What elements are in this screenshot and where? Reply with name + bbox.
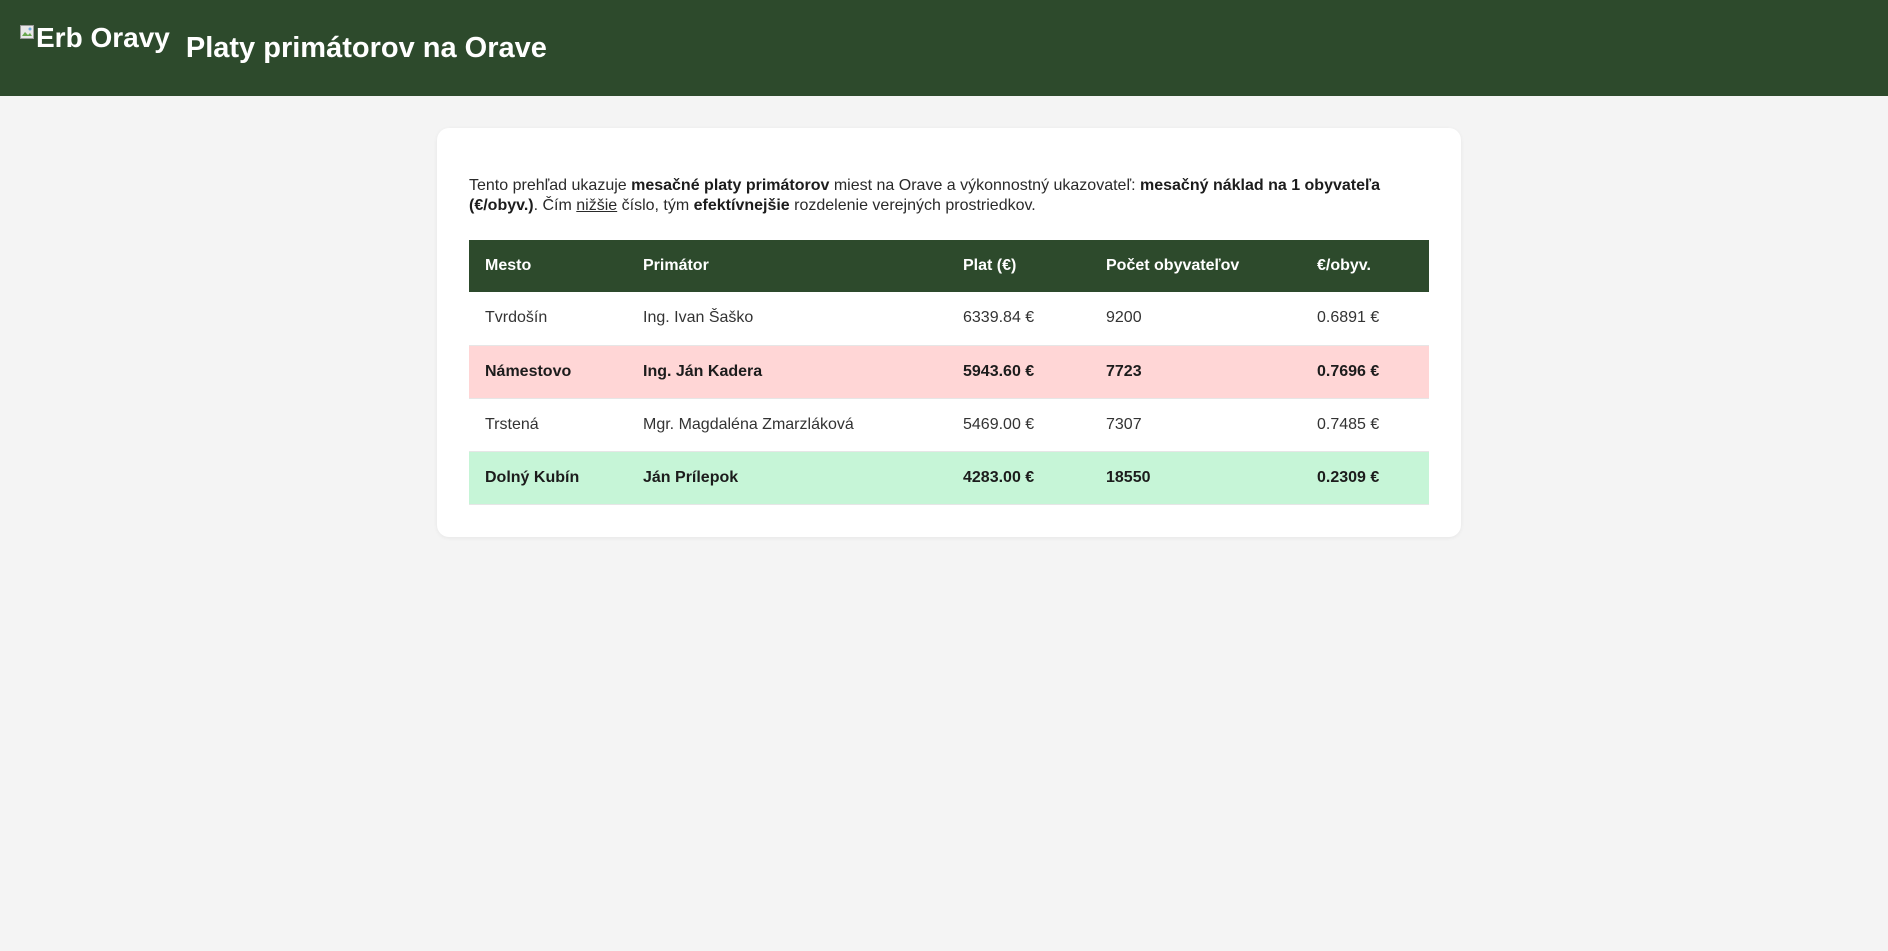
salary-table: Mesto Primátor Plat (€) Počet obyvateľov…: [469, 240, 1429, 505]
table-row-highlight-best: Dolný Kubín Ján Prílepok 4283.00 € 18550…: [469, 451, 1429, 505]
intro-bold-efficient: efektívnejšie: [693, 197, 790, 214]
column-header-mesto: Mesto: [485, 257, 532, 274]
table-header: Mesto Primátor Plat (€) Počet obyvateľov…: [469, 240, 1429, 292]
logo: Erb Oravy: [20, 22, 170, 62]
broken-image-icon: [20, 25, 36, 41]
content-card: Tento prehľad ukazuje mesačné platy prim…: [437, 128, 1461, 537]
logo-alt-text: Erb Oravy: [36, 22, 170, 53]
table-row: Trstená Mgr. Magdaléna Zmarzláková 5469.…: [469, 398, 1429, 452]
cell-eur-per-resident: 0.7485 €: [1301, 398, 1429, 452]
cell-plat: 6339.84 €: [947, 292, 1090, 346]
page-header: Erb Oravy Platy primátorov na Orave: [0, 0, 1888, 96]
cell-primator: Mgr. Magdaléna Zmarzláková: [627, 398, 947, 452]
intro-text: Tento prehľad ukazuje mesačné platy prim…: [469, 176, 1429, 216]
column-header-primator: Primátor: [643, 257, 709, 274]
table-header-row: Mesto Primátor Plat (€) Počet obyvateľov…: [469, 240, 1429, 292]
cell-plat: 4283.00 €: [947, 451, 1090, 505]
intro-bold-salaries: mesačné platy primátorov: [631, 177, 830, 194]
cell-pocet: 7723: [1090, 345, 1301, 399]
intro-text-1: Tento prehľad ukazuje: [469, 177, 632, 194]
cell-eur-per-resident: 0.6891 €: [1301, 292, 1429, 346]
cell-pocet: 9200: [1090, 292, 1301, 346]
intro-text-4: číslo, tým: [617, 197, 694, 214]
cell-mesto: Trstená: [469, 398, 627, 452]
table-body: Tvrdošín Ing. Ivan Šaško 6339.84 € 9200 …: [469, 292, 1429, 505]
intro-text-3: . Čím: [533, 197, 577, 214]
cell-plat: 5469.00 €: [947, 398, 1090, 452]
cell-plat: 5943.60 €: [947, 345, 1090, 399]
cell-primator: Ing. Ivan Šaško: [627, 292, 947, 346]
column-header-eur-per-resident: €/obyv.: [1317, 257, 1371, 274]
cell-primator: Ing. Ján Kadera: [627, 345, 947, 399]
cell-eur-per-resident: 0.7696 €: [1301, 345, 1429, 399]
cell-pocet: 7307: [1090, 398, 1301, 452]
column-header-pocet: Počet obyvateľov: [1106, 257, 1240, 274]
column-header-plat: Plat (€): [963, 257, 1017, 274]
cell-mesto: Dolný Kubín: [469, 451, 627, 505]
intro-text-5: rozdelenie verejných prostriedkov.: [789, 197, 1036, 214]
table-row-highlight-worst: Námestovo Ing. Ján Kadera 5943.60 € 7723…: [469, 345, 1429, 399]
intro-text-2: miest na Orave a výkonnostný ukazovateľ:: [829, 177, 1140, 194]
page-title: Platy primátorov na Orave: [185, 31, 547, 64]
table-row: Tvrdošín Ing. Ivan Šaško 6339.84 € 9200 …: [469, 292, 1429, 346]
cell-mesto: Tvrdošín: [469, 292, 627, 346]
cell-primator: Ján Prílepok: [627, 451, 947, 505]
intro-underline-lower: nižšie: [576, 197, 618, 214]
cell-mesto: Námestovo: [469, 345, 627, 399]
cell-eur-per-resident: 0.2309 €: [1301, 451, 1429, 505]
cell-pocet: 18550: [1090, 451, 1301, 505]
